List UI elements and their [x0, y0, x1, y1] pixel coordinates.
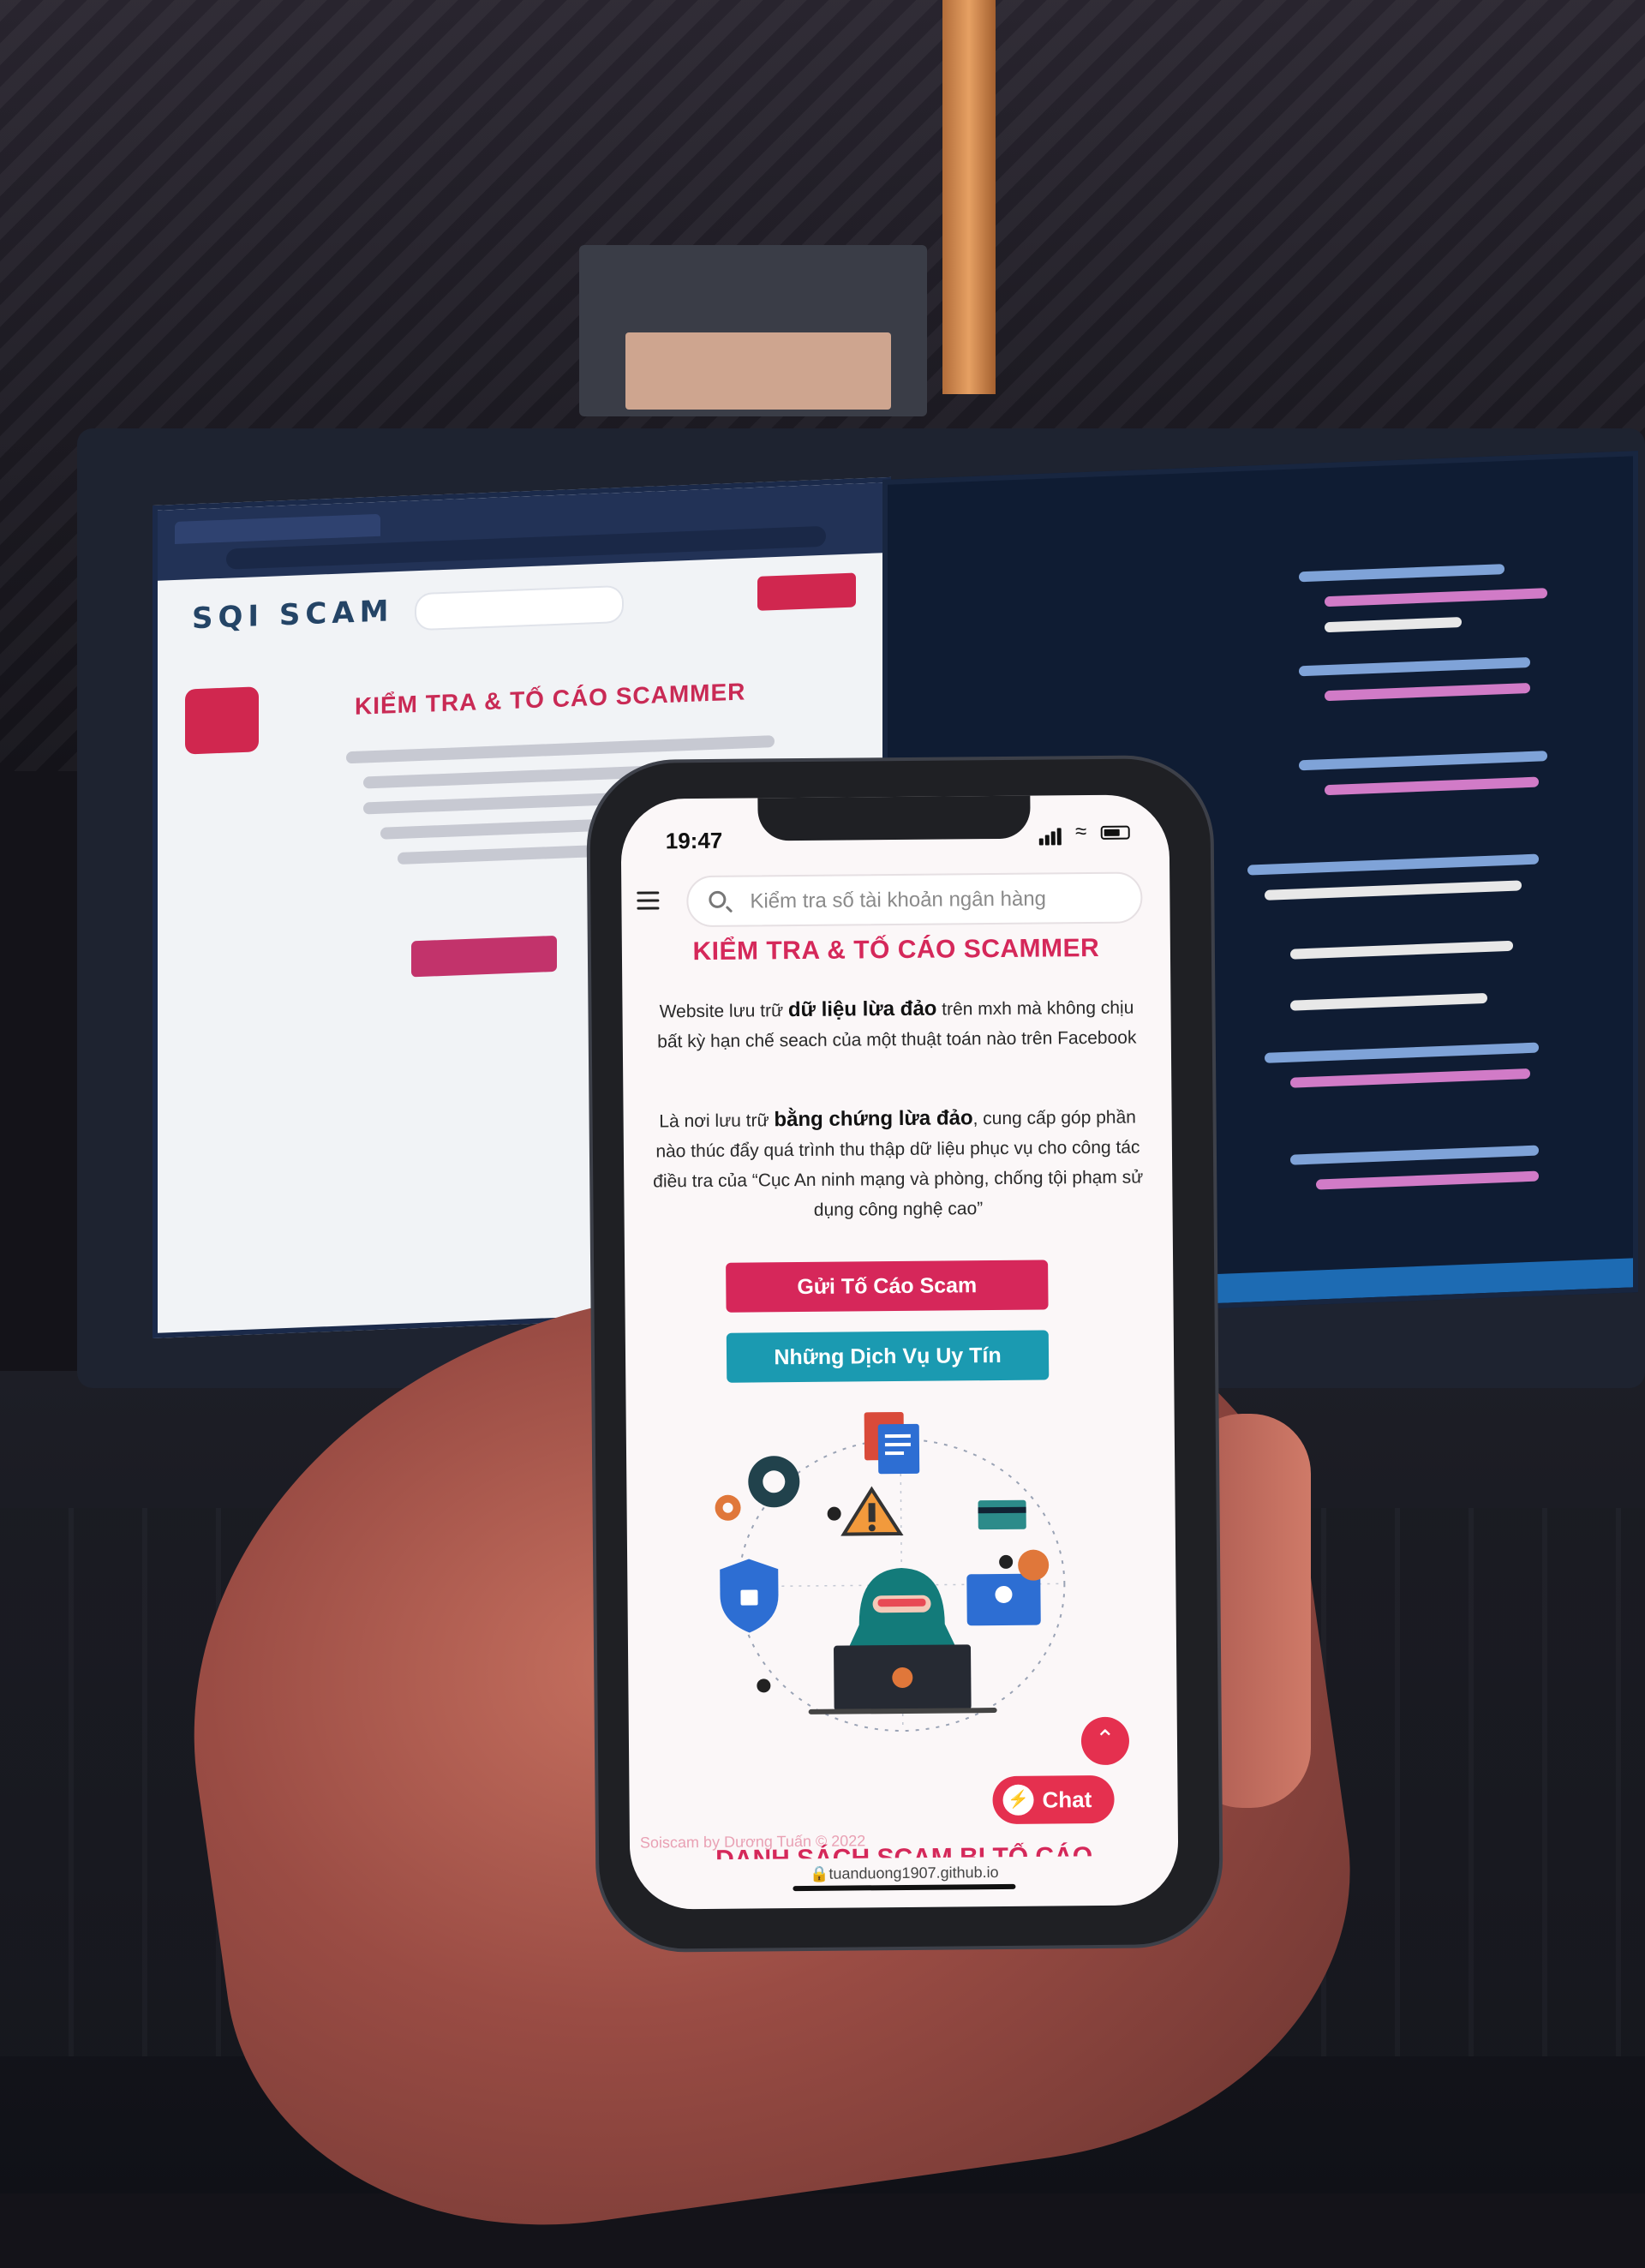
code-line	[1325, 588, 1547, 607]
lock-icon: 🔒	[809, 1864, 829, 1882]
hacker-illustration	[715, 1411, 1066, 1732]
url-bar[interactable]: 🔒tuanduong1907.github.io	[630, 1862, 1178, 1885]
search-input[interactable]: Kiểm tra số tài khoản ngân hàng	[686, 871, 1143, 928]
site-logo: SQI SCAM	[192, 594, 394, 637]
menu-icon[interactable]	[637, 891, 660, 910]
code-line	[1325, 617, 1462, 633]
site-cta-button	[411, 935, 557, 978]
intro-paragraph-2: Là nơi lưu trữ bằng chứng lừa đảo, cung …	[645, 1101, 1150, 1226]
site-report-button	[757, 572, 856, 611]
arrow-up-icon: ⌃	[1095, 1725, 1116, 1753]
signal-icon	[1038, 821, 1065, 846]
code-line	[1290, 992, 1487, 1011]
search-placeholder: Kiểm tra số tài khoản ngân hàng	[750, 887, 1047, 913]
paragraph-bold: dữ liệu lừa đảo	[787, 996, 937, 1022]
code-line	[1299, 564, 1504, 583]
home-indicator[interactable]	[793, 1883, 1016, 1892]
page-title: KIỂM TRA & TỐ CÁO SCAMMER	[692, 933, 1100, 966]
document-icon	[864, 1411, 920, 1475]
code-line	[1299, 656, 1530, 677]
code-line	[1290, 1145, 1539, 1165]
credit-card-icon	[978, 1499, 1026, 1530]
code-line	[1265, 880, 1522, 901]
search-icon	[709, 890, 727, 908]
code-line	[1247, 853, 1539, 876]
warning-icon	[840, 1486, 904, 1536]
report-scam-button[interactable]: Gửi Tố Cáo Scam	[726, 1260, 1049, 1313]
messenger-icon: ⚡	[1002, 1784, 1034, 1816]
trusted-services-button[interactable]: Những Dịch Vụ Uy Tín	[726, 1330, 1050, 1383]
chat-button[interactable]: ⚡ Chat	[992, 1774, 1115, 1825]
paragraph-text: Là nơi lưu trữ	[659, 1110, 775, 1132]
paragraph-bold: bằng chứng lừa đảo	[774, 1106, 973, 1132]
paragraph-text: Website lưu trữ	[659, 1001, 789, 1022]
gear-icon	[715, 1456, 800, 1521]
code-line	[1316, 1170, 1539, 1190]
site-heading: KIỂM TRA & TỐ CÁO SCAMMER	[355, 678, 746, 720]
intro-paragraph-1: Website lưu trữ dữ liệu lừa đảo trên mxh…	[644, 991, 1149, 1056]
site-search	[415, 584, 624, 631]
code-line	[1325, 682, 1530, 702]
wifi-icon: ≈	[1074, 820, 1087, 844]
status-time: 19:47	[665, 827, 723, 854]
phone-notch	[757, 794, 1031, 841]
shelf-card	[625, 332, 891, 410]
battery-icon	[1100, 825, 1130, 840]
code-line	[1325, 776, 1539, 796]
code-line	[1299, 751, 1547, 771]
code-line	[1290, 1068, 1530, 1088]
shield-lock-icon	[720, 1559, 779, 1633]
url-text: tuanduong1907.github.io	[828, 1864, 999, 1882]
scroll-to-top-button[interactable]: ⌃	[1080, 1716, 1130, 1766]
site-sidebar-home-icon	[185, 686, 259, 755]
wooden-post	[942, 0, 996, 394]
chat-label: Chat	[1042, 1786, 1092, 1813]
code-line	[1290, 940, 1513, 960]
code-line	[1265, 1042, 1539, 1063]
phone-screen: 19:47 ≈ Kiểm tra số tài khoản ngân hàng …	[620, 794, 1179, 1910]
